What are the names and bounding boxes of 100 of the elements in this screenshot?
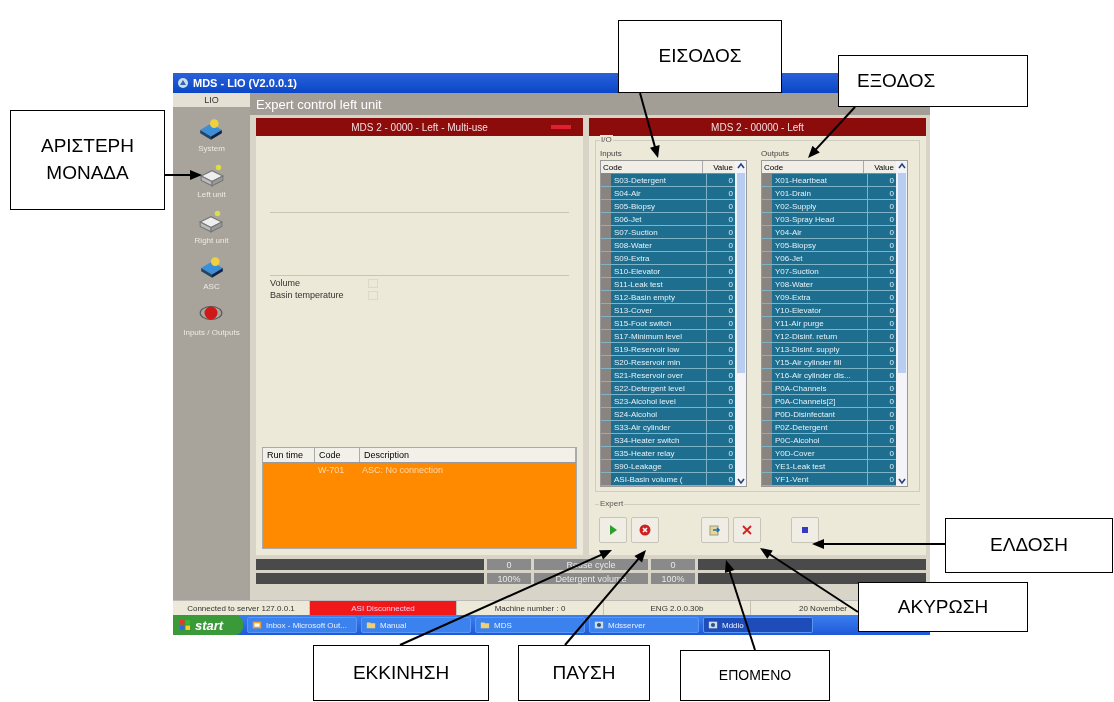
table-row[interactable]: Y02-Supply 0 [762, 200, 896, 213]
taskbar-button[interactable]: Inbox - Microsoft Out... [247, 617, 357, 633]
callout-label: ΑΡΙΣΤΕΡΗ ΜΟΝΑΔΑ [10, 110, 165, 210]
table-row[interactable]: Y0D-Cover 0 [762, 447, 896, 460]
callout-arrow [164, 170, 202, 180]
table-row[interactable]: S21-Reservoir over 0 [601, 369, 735, 382]
column-header[interactable]: Code [762, 161, 864, 173]
taskbar-button[interactable]: Mdsserver [589, 617, 699, 633]
table-row[interactable]: S04-Air 0 [601, 187, 735, 200]
table-row[interactable]: S11-Leak test 0 [601, 278, 735, 291]
table-row[interactable]: YE1-Leak test 0 [762, 460, 896, 473]
table-row[interactable]: S90-Leakage 0 [601, 460, 735, 473]
taskbar-button[interactable]: Manual [361, 617, 471, 633]
callout-label: ΕΙΣΟΔΟΣ [618, 20, 782, 93]
table-row[interactable]: S15-Foot switch 0 [601, 317, 735, 330]
table-row[interactable]: Y12-Disinf. return 0 [762, 330, 896, 343]
table-row[interactable]: P0Z-Detergent 0 [762, 421, 896, 434]
counter-value: 0 [651, 559, 695, 570]
table-row[interactable]: Y15-Air cylinder fill 0 [762, 356, 896, 369]
column-header[interactable]: Code [315, 448, 360, 462]
callout-label: ΕΞΟΔΟΣ [838, 55, 1028, 107]
table-row[interactable]: Y03-Spray Head 0 [762, 213, 896, 226]
column-header[interactable]: Description [360, 448, 576, 462]
table-row[interactable]: S05-Biopsy 0 [601, 200, 735, 213]
column-header[interactable]: Code [601, 161, 703, 173]
field-label: Basin temperature [270, 290, 345, 300]
counter-value: 100% [651, 573, 695, 584]
start-button[interactable]: start [173, 615, 243, 635]
taskbar-button[interactable]: MDS [475, 617, 585, 633]
callout-label: ΕΚΚΙΝΗΣΗ [313, 645, 489, 701]
table-row[interactable]: P0A-Channels 0 [762, 382, 896, 395]
square-icon [799, 524, 811, 536]
scrollbar[interactable] [735, 161, 746, 486]
table-row[interactable]: S12-Basin empty 0 [601, 291, 735, 304]
table-row[interactable]: Y08-Water 0 [762, 278, 896, 291]
table-row[interactable]: S34-Heater switch 0 [601, 434, 735, 447]
window-title: MDS - LIO (V2.0.0.1) [193, 77, 297, 89]
cancel-button[interactable] [733, 517, 761, 543]
table-row[interactable]: Y13-Disinf. supply 0 [762, 343, 896, 356]
next-button[interactable] [701, 517, 729, 543]
table-row[interactable]: Y01-Drain 0 [762, 187, 896, 200]
log-code: W-701 [317, 463, 346, 476]
table-row[interactable]: S13-Cover 0 [601, 304, 735, 317]
table-row[interactable]: S23-Alcohol level 0 [601, 395, 735, 408]
table-row[interactable]: S33-Air cylinder 0 [601, 421, 735, 434]
table-row[interactable]: Y05-Biopsy 0 [762, 239, 896, 252]
counter-value: 0 [487, 559, 531, 570]
table-row[interactable]: Y04-Air 0 [762, 226, 896, 239]
start-button[interactable] [599, 517, 627, 543]
table-row[interactable]: S09-Extra 0 [601, 252, 735, 265]
column-header[interactable]: Run time [263, 448, 315, 462]
sidebar-header: LIO [173, 93, 250, 107]
table-row[interactable]: Y09-Extra 0 [762, 291, 896, 304]
table-row[interactable]: S19-Reservoir low 0 [601, 343, 735, 356]
table-row[interactable]: S07-Suction 0 [601, 226, 735, 239]
group-label: I/O [600, 135, 613, 144]
table-row[interactable]: P0A-Channels[2] 0 [762, 395, 896, 408]
square-button[interactable] [791, 517, 819, 543]
table-row[interactable]: P0C-Alcohol 0 [762, 434, 896, 447]
table-row[interactable]: X01-Heartbeat 0 [762, 174, 896, 187]
scroll-down-icon[interactable] [896, 476, 907, 486]
table-row[interactable]: Y06-Jet 0 [762, 252, 896, 265]
circle-x-icon [639, 524, 651, 536]
scrollbar[interactable] [896, 161, 907, 486]
x-icon [741, 524, 753, 536]
table-row[interactable]: ASI-Basin volume ( 0 [601, 473, 735, 486]
table-row[interactable]: Y16-Air cylinder dis... 0 [762, 369, 896, 382]
app-icon [177, 77, 189, 89]
table-row[interactable]: YF1-Vent 0 [762, 473, 896, 486]
table-row[interactable]: S17-Minimum level 0 [601, 330, 735, 343]
column-header[interactable]: Value [703, 161, 735, 173]
table-row[interactable]: S10-Elevator 0 [601, 265, 735, 278]
table-row[interactable]: Y10-Elevator 0 [762, 304, 896, 317]
computer-icon [198, 255, 225, 279]
log-description: ASC: No connection [361, 463, 445, 476]
stop-button[interactable] [631, 517, 659, 543]
taskbar-button[interactable]: Mddio [703, 617, 813, 633]
table-row[interactable]: P0D-Disinfectant 0 [762, 408, 896, 421]
table-row[interactable]: Y07-Suction 0 [762, 265, 896, 278]
panel-header: MDS 2 - 0000 - Left - Multi-use [256, 118, 583, 136]
column-header[interactable]: Value [864, 161, 896, 173]
callout-label: ΑΚΥΡΩΣΗ [858, 582, 1028, 632]
table-label: Outputs [761, 149, 790, 158]
window-icon [708, 620, 718, 630]
device-icon [198, 209, 225, 233]
flag-icon [179, 619, 191, 631]
scroll-down-icon[interactable] [735, 476, 746, 486]
table-row[interactable]: S24-Alcohol 0 [601, 408, 735, 421]
table-row[interactable]: S20-Reservoir min 0 [601, 356, 735, 369]
scroll-up-icon[interactable] [735, 161, 746, 171]
scroll-up-icon[interactable] [896, 161, 907, 171]
table-row[interactable]: S22-Detergent level 0 [601, 382, 735, 395]
document-arrow-icon [709, 524, 721, 536]
callout-label: ΕΠΟΜΕΝΟ [680, 650, 830, 701]
table-row[interactable]: S08-Water 0 [601, 239, 735, 252]
table-row[interactable]: Y11-Air purge 0 [762, 317, 896, 330]
table-row[interactable]: S03-Detergent 0 [601, 174, 735, 187]
table-row[interactable]: S35-Heater relay 0 [601, 447, 735, 460]
envelope-icon [252, 620, 262, 630]
table-row[interactable]: S06-Jet 0 [601, 213, 735, 226]
